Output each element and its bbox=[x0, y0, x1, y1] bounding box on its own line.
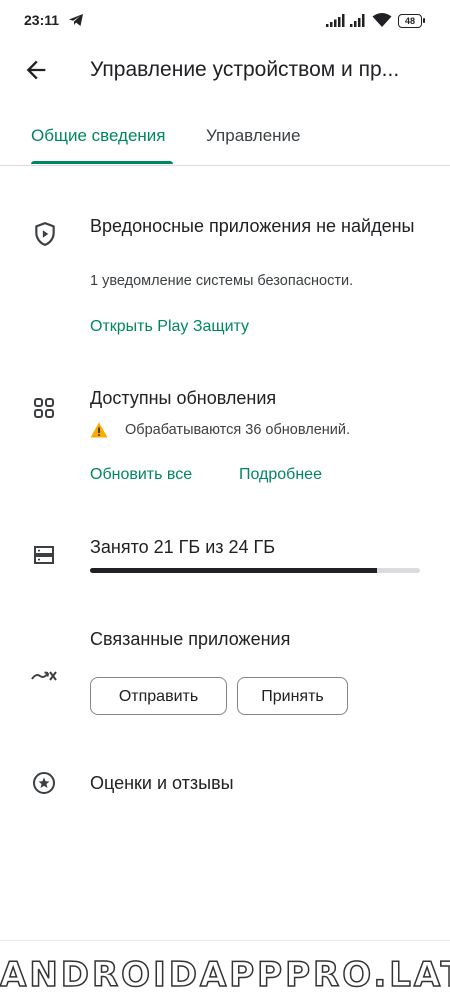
star-circle-icon bbox=[33, 772, 55, 794]
battery-icon: 48 bbox=[398, 14, 422, 28]
storage-progress-fill bbox=[90, 568, 378, 573]
malware-title: Вредоносные приложения не найдены bbox=[90, 216, 415, 236]
open-play-protect-link[interactable]: Открыть Play Защиту bbox=[90, 318, 249, 336]
accept-button[interactable]: Принять bbox=[237, 677, 348, 715]
tab-manage[interactable]: Управление bbox=[206, 126, 301, 146]
watermark-text: ANDROIDAPPPRO.LAT bbox=[0, 954, 450, 996]
warning-icon bbox=[90, 422, 108, 438]
battery-level: 48 bbox=[404, 16, 415, 26]
update-all-link[interactable]: Обновить все bbox=[90, 466, 192, 484]
malware-subtitle: 1 уведомление системы безопасности. bbox=[90, 273, 354, 289]
status-bar: 23:11 48 bbox=[0, 0, 450, 40]
back-arrow-icon[interactable] bbox=[22, 56, 50, 84]
ratings-title: Оценки и отзывы bbox=[90, 773, 234, 793]
linked-apps-title: Связанные приложения bbox=[90, 629, 291, 649]
send-button[interactable]: Отправить bbox=[90, 677, 227, 715]
app-bar: Управление устройством и пр... bbox=[0, 44, 450, 100]
storage-icon bbox=[34, 546, 54, 564]
status-time: 23:11 bbox=[24, 12, 60, 28]
signal-icon-2 bbox=[350, 14, 365, 27]
page-title: Управление устройством и пр... bbox=[90, 58, 400, 81]
storage-text: Занято 21 ГБ из 24 ГБ bbox=[90, 537, 276, 557]
telegram-icon bbox=[69, 14, 83, 26]
wifi-icon bbox=[372, 13, 392, 27]
sync-disabled-icon bbox=[31, 671, 57, 681]
tab-bar: Общие сведения Управление bbox=[0, 110, 450, 166]
shield-play-icon bbox=[35, 222, 55, 246]
apps-grid-icon bbox=[34, 398, 54, 418]
updates-status: Обрабатываются 36 обновлений. bbox=[125, 422, 350, 438]
details-link[interactable]: Подробнее bbox=[239, 466, 322, 484]
updates-title: Доступны обновления bbox=[90, 388, 277, 408]
tab-indicator bbox=[31, 161, 173, 164]
signal-icon bbox=[326, 14, 345, 27]
battery-tip bbox=[423, 18, 425, 23]
storage-progress-bar bbox=[90, 568, 420, 573]
tab-overview[interactable]: Общие сведения bbox=[31, 126, 166, 146]
